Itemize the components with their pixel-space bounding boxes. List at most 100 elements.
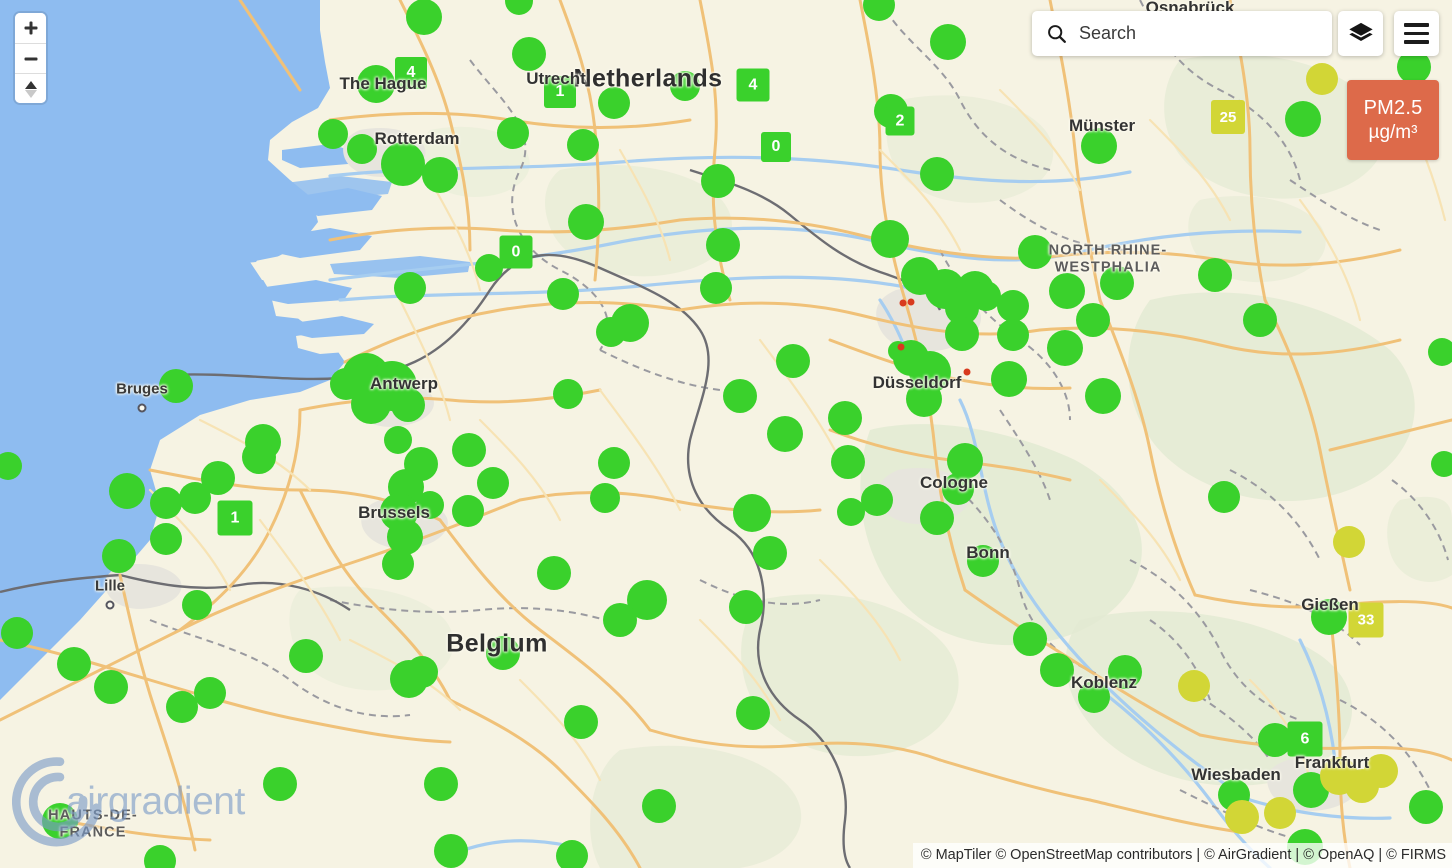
sensor-marker-circle[interactable] — [831, 445, 865, 479]
sensor-marker-circle[interactable] — [828, 401, 862, 435]
sensor-marker-circle[interactable] — [596, 317, 626, 347]
sensor-marker-circle[interactable] — [1049, 273, 1085, 309]
sensor-marker-circle[interactable] — [452, 495, 484, 527]
sensor-marker-circle[interactable] — [391, 388, 425, 422]
menu-button[interactable] — [1394, 11, 1439, 56]
sensor-marker-circle[interactable] — [701, 164, 735, 198]
pm25-legend-badge[interactable]: PM2.5 µg/m³ — [1347, 80, 1439, 160]
sensor-marker-circle[interactable] — [1100, 266, 1134, 300]
sensor-marker-circle[interactable] — [406, 656, 438, 688]
sensor-marker-circle[interactable] — [1409, 790, 1443, 824]
sensor-marker-square[interactable]: 1 — [544, 76, 576, 108]
sensor-marker-circle[interactable] — [861, 484, 893, 516]
sensor-marker-circle[interactable] — [767, 416, 803, 452]
sensor-marker-circle[interactable] — [1285, 101, 1321, 137]
sensor-marker-circle[interactable] — [1225, 800, 1259, 834]
map-attribution[interactable]: © MapTiler © OpenStreetMap contributors … — [912, 842, 1452, 868]
sensor-marker-circle[interactable] — [776, 344, 810, 378]
sensor-marker-circle[interactable] — [477, 467, 509, 499]
sensor-marker-circle[interactable] — [416, 491, 444, 519]
sensor-marker-circle[interactable] — [194, 677, 226, 709]
sensor-marker-circle[interactable] — [1085, 378, 1121, 414]
zoom-control-group[interactable] — [15, 13, 46, 103]
sensor-marker-circle[interactable] — [1306, 63, 1338, 95]
sensor-marker-circle[interactable] — [57, 647, 91, 681]
sensor-marker-circle[interactable] — [109, 473, 145, 509]
sensor-marker-circle[interactable] — [556, 840, 588, 868]
sensor-marker-circle[interactable] — [553, 379, 583, 409]
sensor-marker-circle[interactable] — [1, 617, 33, 649]
sensor-marker-circle[interactable] — [920, 501, 954, 535]
sensor-marker-circle[interactable] — [706, 228, 740, 262]
sensor-marker-circle[interactable] — [289, 639, 323, 673]
sensor-marker-circle[interactable] — [159, 369, 193, 403]
sensor-marker-square[interactable]: 4 — [395, 57, 427, 89]
sensor-marker-circle[interactable] — [1198, 258, 1232, 292]
search-box[interactable] — [1032, 11, 1332, 56]
sensor-marker-circle[interactable] — [1108, 655, 1142, 689]
sensor-marker-circle[interactable] — [837, 498, 865, 526]
sensor-marker-circle[interactable] — [182, 590, 212, 620]
sensor-marker-circle[interactable] — [179, 482, 211, 514]
sensor-marker-circle[interactable] — [486, 636, 520, 670]
sensor-marker-circle[interactable] — [42, 803, 78, 839]
sensor-marker-circle[interactable] — [150, 487, 182, 519]
sensor-marker-circle[interactable] — [150, 523, 182, 555]
sensor-marker-circle[interactable] — [384, 426, 412, 454]
sensor-marker-circle[interactable] — [1208, 481, 1240, 513]
sensor-marker-square[interactable]: 0 — [761, 132, 791, 162]
sensor-marker-circle[interactable] — [1243, 303, 1277, 337]
fire-hotspot-marker[interactable] — [963, 368, 971, 376]
fire-hotspot-marker[interactable] — [899, 299, 907, 307]
sensor-marker-circle[interactable] — [422, 157, 458, 193]
sensor-marker-circle[interactable] — [598, 87, 630, 119]
fire-hotspot-marker[interactable] — [907, 298, 915, 306]
sensor-marker-circle[interactable] — [991, 361, 1027, 397]
sensor-marker-circle[interactable] — [381, 142, 425, 186]
sensor-marker-circle[interactable] — [547, 278, 579, 310]
sensor-marker-square[interactable]: 6 — [1287, 721, 1323, 757]
sensor-marker-circle[interactable] — [1040, 653, 1074, 687]
sensor-marker-circle[interactable] — [382, 548, 414, 580]
layers-button[interactable] — [1338, 11, 1383, 56]
sensor-marker-circle[interactable] — [166, 691, 198, 723]
sensor-marker-circle[interactable] — [1013, 622, 1047, 656]
sensor-marker-circle[interactable] — [590, 483, 620, 513]
sensor-marker-circle[interactable] — [1047, 330, 1083, 366]
sensor-marker-square[interactable]: 0 — [499, 235, 533, 269]
sensor-marker-circle[interactable] — [1428, 338, 1452, 366]
sensor-marker-circle[interactable] — [642, 789, 676, 823]
sensor-marker-circle[interactable] — [723, 379, 757, 413]
sensor-marker-circle[interactable] — [330, 368, 362, 400]
sensor-marker-circle[interactable] — [906, 381, 942, 417]
sensor-marker-circle[interactable] — [598, 447, 630, 479]
sensor-marker-square[interactable]: 4 — [736, 68, 770, 102]
sensor-marker-circle[interactable] — [567, 129, 599, 161]
sensor-marker-circle[interactable] — [1078, 681, 1110, 713]
sensor-marker-circle[interactable] — [967, 545, 999, 577]
sensor-marker-circle[interactable] — [242, 440, 276, 474]
fire-hotspot-marker[interactable] — [897, 343, 905, 351]
sensor-marker-circle[interactable] — [1076, 303, 1110, 337]
sensor-marker-circle[interactable] — [670, 71, 700, 101]
sensor-marker-square[interactable]: 1 — [217, 500, 253, 536]
sensor-marker-circle[interactable] — [1345, 769, 1379, 803]
compass-reset-button[interactable] — [15, 73, 46, 103]
sensor-marker-circle[interactable] — [997, 290, 1029, 322]
sensor-marker-circle[interactable] — [424, 767, 458, 801]
sensor-marker-circle[interactable] — [564, 705, 598, 739]
sensor-marker-square[interactable]: 2 — [885, 106, 915, 136]
zoom-in-button[interactable] — [15, 13, 46, 43]
sensor-marker-circle[interactable] — [920, 157, 954, 191]
sensor-marker-circle[interactable] — [94, 670, 128, 704]
sensor-marker-circle[interactable] — [263, 767, 297, 801]
sensor-marker-circle[interactable] — [1081, 128, 1117, 164]
sensor-marker-square[interactable]: 33 — [1348, 602, 1384, 638]
sensor-marker-circle[interactable] — [700, 272, 732, 304]
sensor-marker-circle[interactable] — [357, 65, 395, 103]
sensor-marker-circle[interactable] — [1333, 526, 1365, 558]
sensor-marker-circle[interactable] — [394, 272, 426, 304]
sensor-marker-circle[interactable] — [1264, 797, 1296, 829]
sensor-marker-circle[interactable] — [568, 204, 604, 240]
sensor-marker-circle[interactable] — [945, 317, 979, 351]
